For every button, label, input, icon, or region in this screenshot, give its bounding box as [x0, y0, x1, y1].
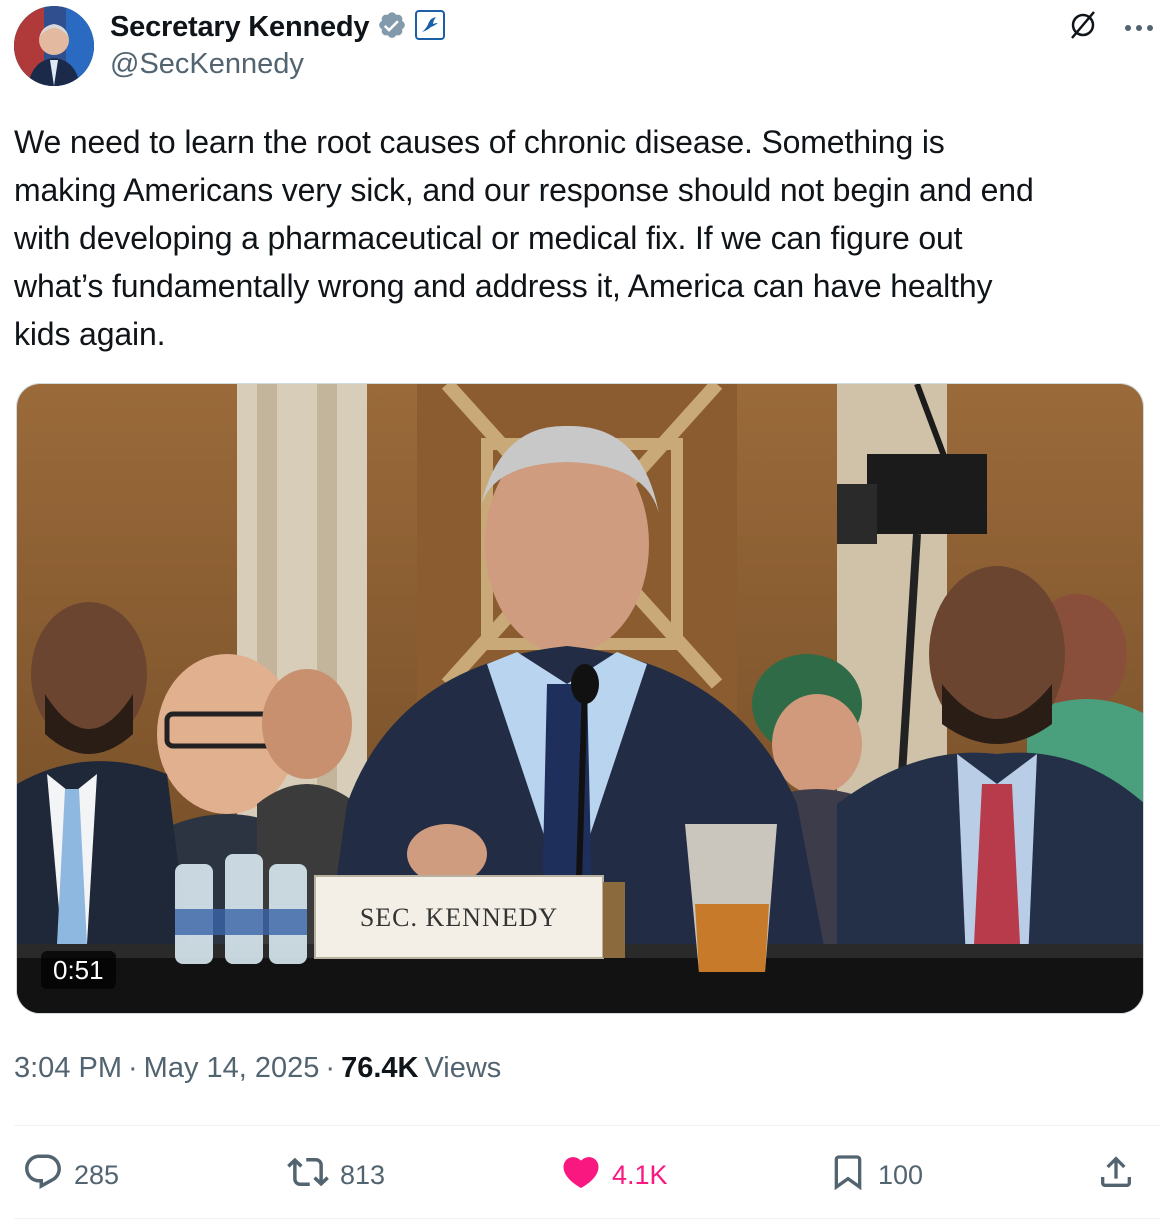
- like-button[interactable]: 4.1K: [560, 1150, 668, 1200]
- heart-icon: [560, 1151, 602, 1200]
- video-duration: 0:51: [41, 951, 116, 989]
- author-name[interactable]: Secretary Kennedy: [110, 11, 370, 44]
- avatar[interactable]: [14, 6, 94, 86]
- meta-separator: ·: [128, 1052, 138, 1084]
- reply-button[interactable]: 285: [22, 1150, 119, 1200]
- hhs-eagle-badge-icon[interactable]: [415, 9, 446, 45]
- video-frame: SEC. KENNEDY: [17, 384, 1143, 1013]
- video-player[interactable]: SEC. KENNEDY 0:51: [16, 383, 1144, 1014]
- bottom-divider: [14, 1218, 1160, 1219]
- repost-button[interactable]: 813: [286, 1150, 385, 1200]
- tweet-meta: 3:04 PM · May 14, 2025 · 76.4K Views: [14, 1052, 501, 1085]
- avatar-image: [14, 6, 94, 86]
- grok-icon[interactable]: [1066, 8, 1100, 47]
- reply-icon: [22, 1151, 64, 1200]
- divider: [14, 1125, 1160, 1126]
- nameplate-text: SEC. KENNEDY: [360, 903, 558, 932]
- more-options-icon[interactable]: [1124, 19, 1154, 37]
- like-count: 4.1K: [612, 1159, 668, 1190]
- repost-icon: [286, 1151, 330, 1200]
- repost-count: 813: [340, 1159, 386, 1190]
- tweet-date[interactable]: May 14, 2025: [144, 1052, 320, 1085]
- meta-separator: ·: [325, 1052, 336, 1084]
- verified-badge-icon: [377, 10, 407, 45]
- bookmark-count: 100: [878, 1159, 924, 1190]
- tweet-time[interactable]: 3:04 PM: [14, 1052, 122, 1085]
- share-button[interactable]: [1096, 1150, 1136, 1200]
- views-count: 76.4K: [341, 1052, 419, 1084]
- reply-count: 285: [74, 1159, 120, 1190]
- action-bar: 285 813 4.1K 100: [0, 1150, 1174, 1200]
- tweet-text: We need to learn the root causes of chro…: [14, 124, 1034, 352]
- views-label: Views: [424, 1052, 502, 1084]
- bookmark-button[interactable]: 100: [828, 1150, 923, 1200]
- share-icon: [1096, 1151, 1136, 1200]
- author-handle[interactable]: @SecKennedy: [110, 48, 304, 81]
- bookmark-icon: [828, 1151, 868, 1200]
